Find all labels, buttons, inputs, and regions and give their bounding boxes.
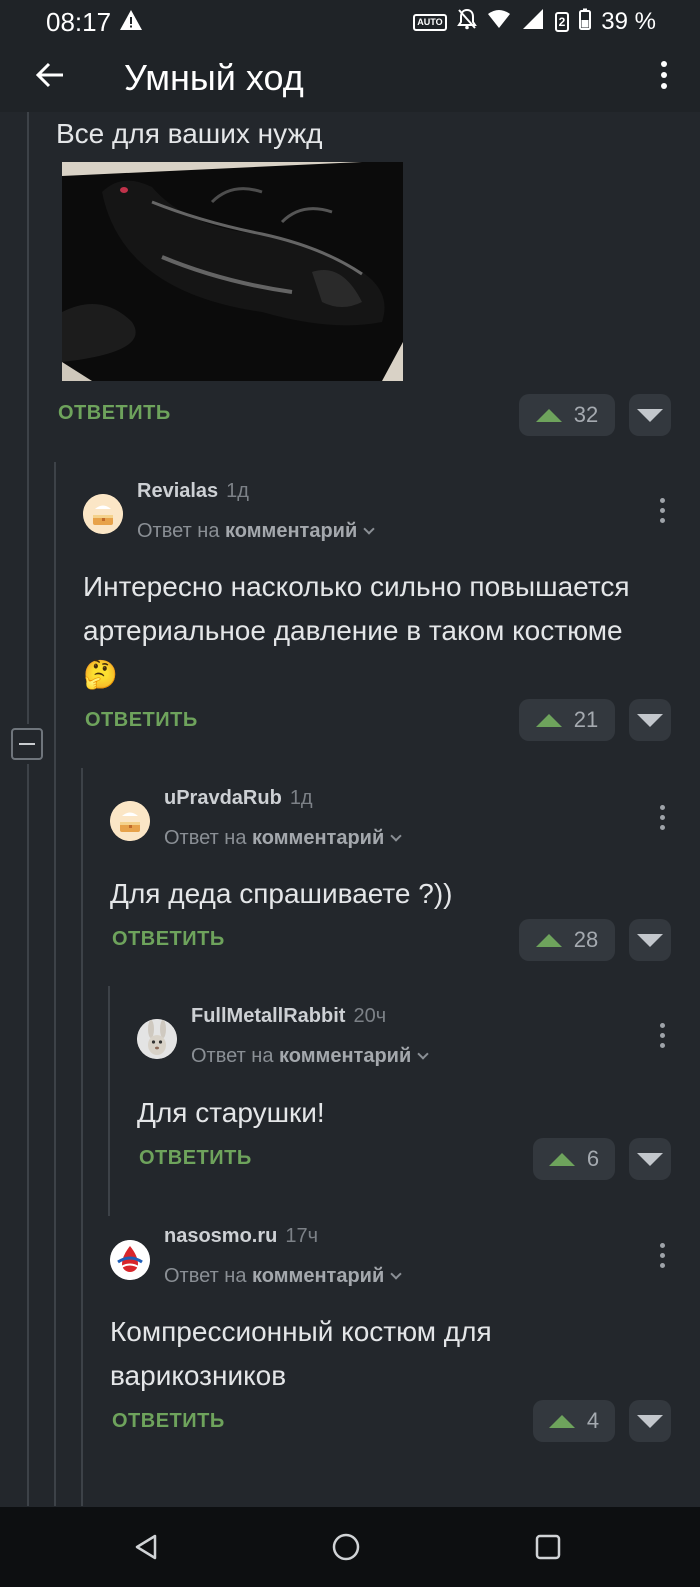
system-nav-bar bbox=[0, 1507, 700, 1587]
status-bar: 08:17 AUTO 2 39 % bbox=[0, 0, 700, 44]
square-recents-icon bbox=[535, 1534, 561, 1560]
avatar[interactable] bbox=[110, 1240, 150, 1280]
reply-to-link[interactable]: Ответ на комментарий bbox=[137, 520, 375, 543]
battery-icon bbox=[579, 8, 592, 37]
avatar[interactable] bbox=[110, 801, 150, 841]
nav-home-button[interactable] bbox=[322, 1523, 370, 1571]
comment-time: 1д bbox=[289, 787, 313, 809]
thread-line-level-0-lower bbox=[27, 764, 29, 1506]
comment-time: 17ч bbox=[285, 1225, 319, 1247]
rating-count: 21 bbox=[573, 707, 599, 732]
avatar[interactable] bbox=[83, 494, 123, 534]
upvote-button[interactable]: 6 bbox=[533, 1138, 615, 1180]
status-time: 08:17 bbox=[46, 6, 112, 37]
thread-line-level-0 bbox=[27, 112, 29, 724]
thread-line-level-2 bbox=[81, 768, 83, 1506]
comment-header: nasosmo.ru 17ч bbox=[164, 1225, 318, 1248]
back-button[interactable] bbox=[30, 52, 70, 98]
chevron-down-icon bbox=[390, 830, 402, 842]
wifi-icon bbox=[487, 8, 511, 36]
downvote-button[interactable] bbox=[629, 1138, 671, 1180]
downvote-button[interactable] bbox=[629, 394, 671, 436]
comment-image[interactable] bbox=[62, 162, 403, 381]
comment-header: FullMetallRabbit 20ч bbox=[191, 1005, 386, 1028]
comment-author[interactable]: nasosmo.ru bbox=[164, 1225, 277, 1247]
arrow-down-icon bbox=[637, 408, 663, 422]
comment-header: Revialas 1д bbox=[137, 480, 249, 503]
comment-menu-button[interactable] bbox=[652, 800, 672, 834]
avatar[interactable] bbox=[137, 1019, 177, 1059]
circle-home-icon bbox=[332, 1533, 360, 1561]
comment-header: uPravdaRub 1д bbox=[164, 787, 313, 810]
warning-icon bbox=[119, 7, 143, 38]
cake-avatar bbox=[83, 494, 123, 534]
triangle-back-icon bbox=[135, 1534, 157, 1560]
upvote-button[interactable]: 21 bbox=[519, 699, 615, 741]
rating-count: 4 bbox=[586, 1408, 600, 1433]
arrow-down-icon bbox=[637, 933, 663, 947]
reply-button[interactable]: ОТВЕТИТЬ bbox=[58, 402, 171, 425]
arrow-up-icon bbox=[548, 1152, 575, 1166]
upvote-button[interactable]: 28 bbox=[519, 919, 615, 961]
network-badge: 2 bbox=[554, 12, 570, 32]
arrow-down-icon bbox=[637, 713, 663, 727]
mute-bell-icon bbox=[456, 8, 477, 37]
nav-back-button[interactable] bbox=[122, 1523, 170, 1571]
comment-author[interactable]: uPravdaRub bbox=[164, 787, 282, 809]
rabbit-avatar bbox=[137, 1019, 177, 1059]
drop-logo-avatar bbox=[110, 1240, 150, 1280]
overflow-menu-button[interactable] bbox=[644, 52, 684, 98]
comment-menu-button[interactable] bbox=[652, 1018, 672, 1052]
arrow-left-icon bbox=[35, 62, 63, 88]
arrow-up-icon bbox=[548, 1414, 575, 1428]
comment-author[interactable]: Revialas bbox=[137, 480, 218, 502]
comment-text: Для деда спрашиваете ?)) bbox=[110, 878, 453, 909]
rating-count: 6 bbox=[586, 1146, 600, 1171]
comment-menu-button[interactable] bbox=[652, 1238, 672, 1272]
reply-button[interactable]: ОТВЕТИТЬ bbox=[112, 928, 225, 951]
cake-avatar bbox=[110, 801, 150, 841]
chevron-down-icon bbox=[417, 1048, 429, 1060]
comment-text: Компрессионный костюм для варикозников bbox=[110, 1316, 492, 1391]
chevron-down-icon bbox=[390, 1268, 402, 1280]
page-title: Умный ход bbox=[124, 57, 304, 98]
chevron-down-icon bbox=[363, 523, 375, 535]
arrow-down-icon bbox=[637, 1414, 663, 1428]
arrow-up-icon bbox=[535, 408, 562, 422]
upvote-button[interactable]: 32 bbox=[519, 394, 615, 436]
battery-percent: 39 % bbox=[601, 8, 656, 35]
downvote-button[interactable] bbox=[629, 699, 671, 741]
reply-button[interactable]: ОТВЕТИТЬ bbox=[85, 709, 198, 732]
reply-button[interactable]: ОТВЕТИТЬ bbox=[139, 1147, 252, 1170]
downvote-button[interactable] bbox=[629, 919, 671, 961]
comment-text: Все для ваших нужд bbox=[56, 118, 323, 149]
more-vert-icon bbox=[661, 61, 667, 89]
arrow-up-icon bbox=[535, 713, 562, 727]
arrow-down-icon bbox=[637, 1152, 663, 1166]
reply-button[interactable]: ОТВЕТИТЬ bbox=[112, 1410, 225, 1433]
reply-to-link[interactable]: Ответ на комментарий bbox=[191, 1045, 429, 1068]
comment-text: Интересно насколько сильно повышается ар… bbox=[83, 571, 630, 690]
comment-time: 20ч bbox=[353, 1005, 387, 1027]
collapse-thread-button[interactable] bbox=[11, 728, 43, 760]
signal-icon bbox=[521, 8, 545, 37]
arrow-up-icon bbox=[535, 933, 562, 947]
downvote-button[interactable] bbox=[629, 1400, 671, 1442]
comment-time: 1д bbox=[226, 480, 249, 502]
rating-count: 28 bbox=[573, 927, 599, 952]
comment-text: Для старушки! bbox=[137, 1097, 325, 1128]
reply-to-link[interactable]: Ответ на комментарий bbox=[164, 1265, 402, 1288]
thread-line-level-1 bbox=[54, 462, 56, 1506]
image-photo bbox=[62, 162, 403, 381]
rating-count: 32 bbox=[573, 402, 599, 427]
comment-menu-button[interactable] bbox=[652, 493, 672, 527]
nav-recents-button[interactable] bbox=[524, 1523, 572, 1571]
auto-hz-icon: AUTO bbox=[413, 13, 447, 31]
upvote-button[interactable]: 4 bbox=[533, 1400, 615, 1442]
thread-line-level-3 bbox=[108, 986, 110, 1216]
reply-to-link[interactable]: Ответ на комментарий bbox=[164, 827, 402, 850]
app-toolbar: Умный ход bbox=[0, 44, 700, 112]
comment-author[interactable]: FullMetallRabbit bbox=[191, 1005, 345, 1027]
